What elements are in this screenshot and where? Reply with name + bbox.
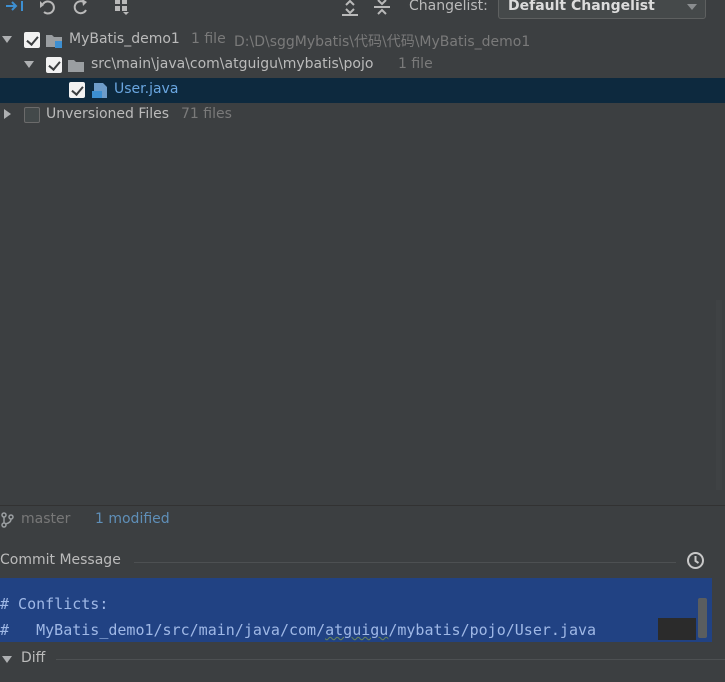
branch-status: master 1 modified — [0, 508, 725, 532]
changelist-label: Changelist: — [409, 0, 488, 14]
branch-name[interactable]: master — [21, 511, 70, 527]
editor-scrollbar[interactable] — [698, 598, 707, 638]
divider — [0, 505, 725, 506]
modified-count[interactable]: 1 modified — [95, 511, 170, 527]
tree-row-file[interactable]: User.java — [0, 78, 725, 103]
tree-row-module[interactable]: MyBatis_demo1 1 file D:\D\sggMybatis\代码\… — [0, 28, 725, 53]
module-name: MyBatis_demo1 — [69, 31, 180, 47]
refresh-icon[interactable] — [70, 0, 90, 17]
module-checkbox[interactable] — [24, 32, 40, 48]
diff-label: Diff — [21, 650, 46, 666]
commit-message-title: Commit Message — [0, 552, 121, 568]
caret-block — [658, 618, 696, 640]
spellcheck-word: atguigu — [325, 621, 389, 639]
commit-message-header: Commit Message — [0, 548, 725, 574]
package-checkbox[interactable] — [46, 57, 62, 73]
module-folder-icon — [46, 35, 62, 48]
separator-line — [134, 562, 676, 563]
compare-arrows-icon[interactable] — [4, 0, 24, 17]
tree-scrollbar[interactable] — [716, 300, 722, 490]
module-path: D:\D\sggMybatis\代码\代码\MyBatis_demo1 — [234, 34, 531, 50]
file-checkbox[interactable] — [69, 82, 85, 98]
changelist-select-value: Default Changelist — [508, 0, 655, 14]
expand-all-icon[interactable] — [340, 0, 360, 17]
rollback-icon[interactable] — [38, 0, 58, 17]
expand-arrow-icon[interactable] — [2, 36, 12, 43]
commit-line-1: # Conflicts: — [0, 595, 109, 613]
tree-row-unversioned[interactable]: Unversioned Files 71 files — [0, 103, 725, 128]
commit-line-2-prefix: # MyBatis_demo1/src/main/java/com/ — [0, 621, 326, 639]
unversioned-checkbox[interactable] — [24, 107, 40, 123]
unversioned-count: 71 files — [181, 106, 232, 122]
collapse-all-icon[interactable] — [372, 0, 392, 17]
diff-section[interactable]: Diff — [0, 646, 725, 672]
folder-icon — [68, 60, 84, 72]
expand-arrow-icon[interactable] — [24, 61, 34, 68]
unversioned-label: Unversioned Files — [46, 106, 170, 122]
expand-arrow-icon[interactable] — [4, 109, 11, 119]
history-clock-icon[interactable] — [686, 551, 705, 570]
diff-collapse-arrow-icon[interactable] — [2, 656, 12, 663]
commit-line-2: # MyBatis_demo1/src/main/java/com/atguig… — [0, 621, 596, 639]
package-name: src\main\java\com\atguigu\mybatis\pojo — [91, 56, 374, 72]
tree-row-package[interactable]: src\main\java\com\atguigu\mybatis\pojo 1… — [0, 53, 725, 78]
java-class-icon — [92, 83, 107, 98]
commit-line-2-suffix: /mybatis/pojo/User.java — [388, 621, 597, 639]
branch-icon — [1, 512, 14, 528]
changes-tree: MyBatis_demo1 1 file D:\D\sggMybatis\代码\… — [0, 28, 725, 503]
file-name: User.java — [114, 81, 179, 97]
package-file-count: 1 file — [398, 56, 433, 72]
group-by-icon[interactable] — [112, 0, 132, 17]
changelist-select[interactable]: Default Changelist — [498, 0, 706, 19]
diff-separator — [56, 659, 725, 660]
commit-message-editor[interactable]: # Conflicts: # MyBatis_demo1/src/main/ja… — [0, 578, 712, 642]
chevron-down-icon — [687, 4, 697, 10]
changes-toolbar: Changelist: Default Changelist — [0, 0, 725, 26]
module-file-count: 1 file — [191, 31, 226, 47]
